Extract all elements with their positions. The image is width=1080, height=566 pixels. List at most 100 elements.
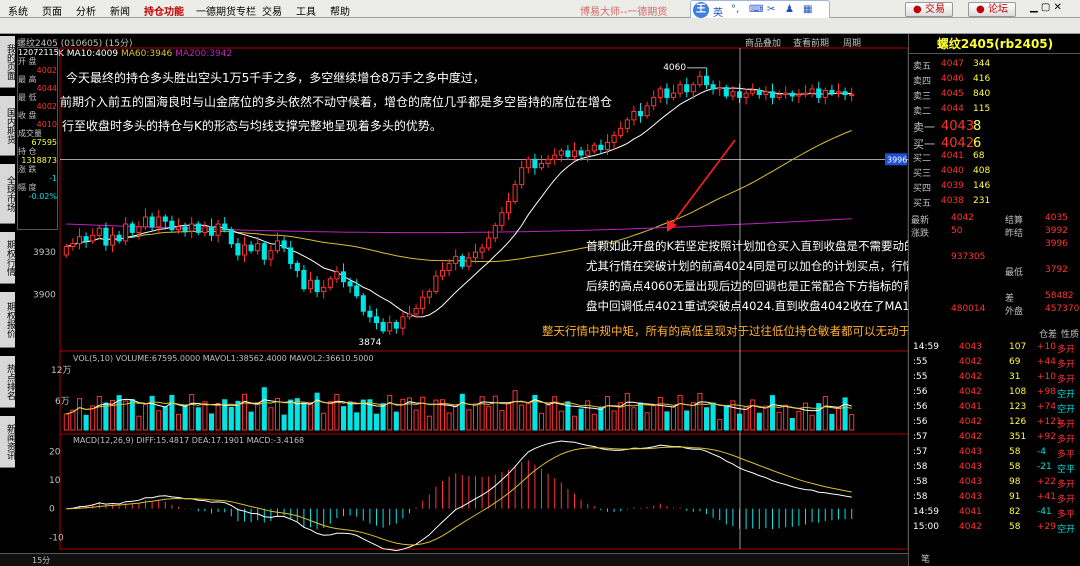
forum-button[interactable]: ● 论坛 xyxy=(968,2,1016,17)
stat-row: 3996 xyxy=(909,238,1080,252)
volume-bar xyxy=(373,413,380,431)
candle-body xyxy=(776,94,782,98)
info-change-label: 涨 跌 xyxy=(18,165,37,174)
stat-value: 480014 xyxy=(951,304,986,314)
candle-body xyxy=(796,94,802,97)
candle-body xyxy=(479,247,485,253)
tick-oi-change: -41 xyxy=(1037,507,1052,517)
ask-row[interactable]: 卖四 4046 416 xyxy=(909,73,1080,87)
volume-bar xyxy=(571,415,578,431)
annotation-top-line: 前期介入前五的国海良时与山金席位的多头依然不动守候着，增仓的席位几乎都是多空皆持… xyxy=(60,95,613,109)
info-high-label: 最 高 xyxy=(18,75,37,84)
candle-body xyxy=(83,236,89,242)
volume-bar xyxy=(175,413,182,431)
candle-body xyxy=(169,220,175,231)
stat-value-2: 457370 xyxy=(1045,304,1080,314)
bid-volume: 68 xyxy=(973,151,985,161)
candle-body xyxy=(261,243,267,260)
bid-row[interactable]: 买四 4039 146 xyxy=(909,180,1080,194)
trade-button[interactable]: ● 交易 xyxy=(905,2,953,17)
tick-header: 仓差 性质 xyxy=(909,326,1080,340)
tick-time: :58 xyxy=(913,477,928,487)
tick-row: 14:59 4043 107 +10 多开 xyxy=(909,341,1080,355)
tick-price: 4043 xyxy=(959,447,982,457)
tick-oi-change: +98 xyxy=(1037,387,1056,397)
minimize-icon[interactable]: ▁ xyxy=(1030,2,1038,13)
info-high-value: 4044 xyxy=(36,84,57,93)
candle-body xyxy=(769,91,776,98)
tick-kind: 多开 xyxy=(1057,480,1076,490)
candle-body xyxy=(321,286,327,293)
tick-volume: 91 xyxy=(1009,492,1021,502)
tick-kind: 空开 xyxy=(1057,405,1076,415)
tab-global-market[interactable]: 全球市场 xyxy=(0,164,15,224)
tab-news[interactable]: 新闻资讯 xyxy=(0,416,15,468)
period-label[interactable]: 15分 xyxy=(32,555,50,566)
tab-option-quotes[interactable]: 期权行情 xyxy=(0,232,15,284)
volume-bar xyxy=(519,404,525,431)
volume-bar xyxy=(512,390,518,431)
candle-body xyxy=(123,223,129,242)
tick-row: :56 4042 108 +98 空开 xyxy=(909,386,1080,400)
tab-my-page[interactable]: 我的页面 xyxy=(0,36,15,88)
bid-label: 买四 xyxy=(913,184,932,194)
volume-bar xyxy=(789,417,795,431)
annotation-arrowhead xyxy=(667,220,677,232)
candle-body xyxy=(664,88,670,98)
tick-price: 4041 xyxy=(959,507,982,517)
volume-bar xyxy=(162,406,168,431)
candle-body xyxy=(96,227,102,236)
info-low-label: 最 低 xyxy=(18,93,37,102)
candle-body xyxy=(406,313,413,318)
bid-row[interactable]: 买一 4042 6 xyxy=(909,135,1080,151)
candle-body xyxy=(202,226,208,233)
tab-hot-rank[interactable]: 热点排名 xyxy=(0,356,15,408)
candle-body xyxy=(789,92,795,97)
tab-domestic-futures[interactable]: 国内期货 xyxy=(0,96,15,156)
bid-price: 4042 xyxy=(941,136,975,151)
volume-bar xyxy=(261,387,267,431)
window-controls[interactable]: ▁ ▢ ✕ xyxy=(1030,2,1062,13)
bid-volume: 408 xyxy=(973,166,991,176)
tab-option-report[interactable]: 期权报价 xyxy=(0,292,15,348)
volume-bar xyxy=(486,406,492,431)
candle-body xyxy=(354,285,360,297)
volume-bar xyxy=(420,396,426,431)
candle-body xyxy=(552,154,558,160)
bid-row[interactable]: 买五 4038 231 xyxy=(909,195,1080,209)
ask-row[interactable]: 卖一 4043 8 xyxy=(909,118,1080,134)
candle-body xyxy=(175,226,182,231)
volume-bar xyxy=(690,402,696,431)
tick-price: 4043 xyxy=(959,477,982,487)
volume-bar xyxy=(63,413,69,431)
bid-row[interactable]: 买三 4040 408 xyxy=(909,165,1080,179)
volume-bar xyxy=(123,400,129,431)
ask-row[interactable]: 卖二 4044 115 xyxy=(909,103,1080,117)
candle-body xyxy=(453,255,459,264)
candle-body xyxy=(149,216,155,228)
maximize-icon[interactable]: ▢ xyxy=(1041,2,1050,13)
ask-row[interactable]: 卖三 4045 840 xyxy=(909,88,1080,102)
tick-price: 4042 xyxy=(959,372,982,382)
candle-body xyxy=(710,84,716,90)
candle-body xyxy=(459,255,465,267)
candle-body xyxy=(103,227,109,246)
candle-body xyxy=(723,87,729,97)
price-axis-label: 3930 xyxy=(33,248,56,258)
ask-row[interactable]: 卖五 4047 344 xyxy=(909,58,1080,72)
info-oi-value: 1318873 xyxy=(21,156,57,165)
candle-body xyxy=(426,291,432,298)
volume-bar xyxy=(169,394,175,431)
candle-body xyxy=(393,321,399,329)
volume-bar xyxy=(255,402,261,431)
volume-bar xyxy=(756,412,762,431)
volume-bar xyxy=(393,411,399,431)
bid-row[interactable]: 买二 4041 68 xyxy=(909,150,1080,164)
volume-bar xyxy=(202,401,208,431)
close-icon[interactable]: ✕ xyxy=(1054,2,1062,13)
volume-bar xyxy=(413,409,419,431)
volume-axis-label: 12万 xyxy=(51,366,71,376)
tick-footer: 笔 xyxy=(921,555,931,565)
volume-bar xyxy=(459,393,465,431)
tick-row: :56 4042 126 +121 多开 xyxy=(909,416,1080,430)
